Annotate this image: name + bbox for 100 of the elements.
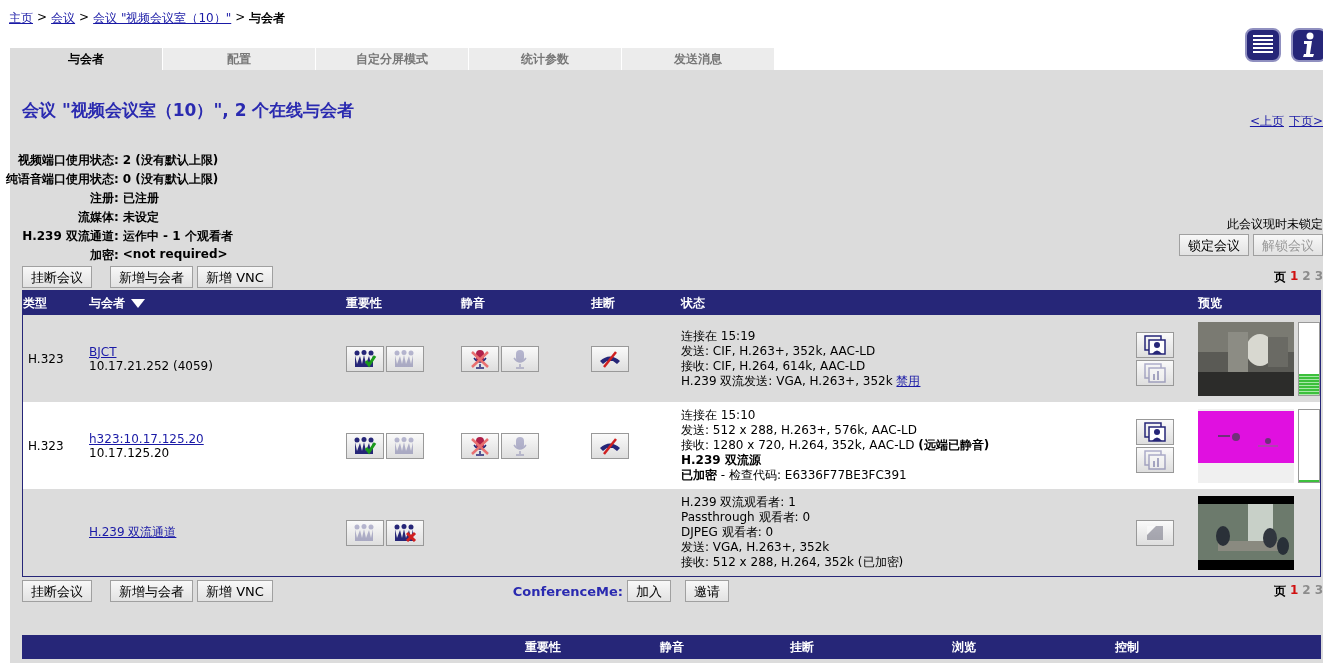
view-video-button[interactable]	[1136, 331, 1174, 358]
address-text: 10.17.21.252 (4059)	[89, 358, 213, 373]
action-button[interactable]: 新增与会者	[110, 580, 193, 602]
page-number[interactable]: 1	[1289, 268, 1299, 286]
info-value: 未设定	[122, 209, 160, 226]
column-header: 类型	[23, 294, 47, 312]
action-button[interactable]: 新增 VNC	[197, 266, 273, 288]
action-button[interactable]: 新增与会者	[110, 266, 193, 288]
conferenceme-button[interactable]: 邀请	[685, 580, 729, 602]
conferenceme-button[interactable]: 加入	[627, 580, 671, 602]
set-important-button[interactable]	[346, 345, 384, 372]
breadcrumb-separator: >	[37, 10, 48, 24]
muted-microphone-icon	[469, 348, 491, 369]
tab[interactable]: 配置	[163, 48, 316, 70]
column-header: 浏览	[952, 638, 976, 656]
status-line: H.239 双流观看者: 1	[681, 495, 797, 510]
column-header: 状态	[681, 294, 705, 312]
view-content-button[interactable]	[1136, 519, 1174, 546]
status-line: 已加密 - 检查代码: E6336F77BE3FC391	[681, 468, 908, 483]
info-label: 纯语音端口使用状态:	[6, 171, 119, 188]
chart-window-icon	[1144, 362, 1166, 383]
column-header: 挂断	[591, 294, 615, 312]
document-icon[interactable]	[1245, 28, 1281, 62]
participant-link[interactable]: H.239 双流通道	[89, 524, 177, 541]
address-text: 10.17.125.20	[89, 445, 170, 460]
breadcrumb-current: 与会者	[249, 10, 286, 27]
status-line: H.239 双流源	[681, 453, 762, 468]
info-value: 2 (没有默认上限)	[122, 152, 220, 169]
info-value: <not required>	[122, 247, 229, 263]
info-value: 0 (没有默认上限)	[122, 171, 220, 188]
status-line: 接收: CIF, H.264, 614k, AAC-LD	[681, 358, 867, 374]
info-label: 注册:	[89, 190, 119, 207]
crown-icon	[353, 436, 377, 455]
action-button[interactable]: 挂断会议	[22, 266, 92, 288]
page-label: 页	[1273, 582, 1286, 600]
tab[interactable]: 自定分屏模式	[316, 48, 469, 70]
lock-status: 此会议现时未锁定	[1227, 216, 1323, 233]
muted-microphone-icon	[469, 435, 491, 456]
participant-link[interactable]: h323:10.17.125.20	[89, 431, 204, 446]
video-window-icon	[1144, 334, 1166, 355]
status-line: 发送: VGA, H.263+, 352k	[681, 540, 831, 555]
tab[interactable]: 与会者	[10, 48, 163, 70]
status-line: 接收: 1280 x 720, H.264, 352k, AAC-LD (远端已静音)	[681, 438, 991, 453]
column-header: 静音	[461, 294, 485, 312]
type-cell-text: H.323	[27, 351, 65, 366]
status-line: H.239 双流发送: VGA, H.263+, 352k 禁用	[681, 373, 922, 389]
view-video-button[interactable]	[1136, 418, 1174, 445]
info-value: 运作中 - 1 个观看者	[122, 228, 233, 245]
conferenceme-label: ConferenceMe:	[512, 583, 623, 599]
info-label: 加密:	[89, 247, 119, 264]
column-header[interactable]: 与会者	[89, 294, 145, 312]
column-header: 静音	[660, 638, 684, 656]
crown-icon	[353, 349, 377, 368]
info-icon[interactable]	[1291, 28, 1323, 62]
status-line: 连接在 15:19	[681, 328, 757, 344]
mute-button[interactable]	[461, 432, 499, 459]
breadcrumb-link[interactable]: 会议 "视频会议室（10）"	[93, 10, 232, 27]
column-header: 控制	[1115, 638, 1139, 656]
column-header: 预览	[1198, 294, 1222, 312]
conference-heading: 会议 "视频会议室（10）", 2 个在线与会者	[22, 99, 355, 122]
mute-button[interactable]	[461, 345, 499, 372]
action-button[interactable]: 新增 VNC	[197, 580, 273, 602]
chart-window-icon	[1144, 449, 1166, 470]
info-label: 视频端口使用状态:	[17, 152, 119, 169]
set-important-button[interactable]	[346, 432, 384, 459]
status-line: DJPEG 观看者: 0	[681, 525, 775, 540]
hang-up-icon	[598, 349, 622, 368]
hang-up-icon	[598, 436, 622, 455]
info-label: H.239 双流通道:	[21, 228, 119, 245]
status-line: Passthrough 观看者: 0	[681, 510, 811, 525]
breadcrumb-separator: >	[79, 10, 90, 24]
next-page-link[interactable]: 下页>	[1288, 113, 1323, 130]
hang-up-button[interactable]	[591, 432, 629, 459]
action-button[interactable]: 挂断会议	[22, 580, 92, 602]
video-window-icon	[1144, 421, 1166, 442]
column-header: 重要性	[525, 638, 561, 656]
breadcrumb-link[interactable]: 主页	[9, 10, 33, 27]
unmute-button[interactable]	[501, 345, 539, 372]
sort-icon	[131, 298, 145, 308]
status-line: 发送: 512 x 288, H.263+, 576k, AAC-LD	[681, 423, 918, 438]
previous-page-link[interactable]: <上页	[1249, 113, 1284, 130]
status-line: 连接在 15:10	[681, 408, 757, 423]
page-label: 页	[1273, 268, 1286, 286]
lock-button[interactable]: 锁定会议	[1179, 234, 1249, 256]
column-header: 重要性	[346, 294, 382, 312]
info-value: 已注册	[122, 190, 160, 207]
unset-important-button[interactable]	[386, 519, 424, 546]
tab[interactable]: 发送消息	[622, 48, 775, 70]
info-label: 流媒体:	[77, 209, 119, 226]
status-line: 发送: CIF, H.263+, 352k, AAC-LD	[681, 343, 877, 359]
participant-link[interactable]: BJCT	[89, 344, 117, 359]
breadcrumb-separator: >	[235, 10, 246, 24]
column-header: 挂断	[790, 638, 814, 656]
disable-link[interactable]: 禁用	[896, 373, 921, 388]
page-number[interactable]: 1	[1289, 582, 1299, 600]
status-line: 接收: 512 x 288, H.264, 352k (已加密)	[681, 555, 905, 570]
hang-up-button[interactable]	[591, 345, 629, 372]
breadcrumb-link[interactable]: 会议	[51, 10, 76, 27]
unmute-button[interactable]	[501, 432, 539, 459]
tab[interactable]: 统计参数	[469, 48, 622, 70]
